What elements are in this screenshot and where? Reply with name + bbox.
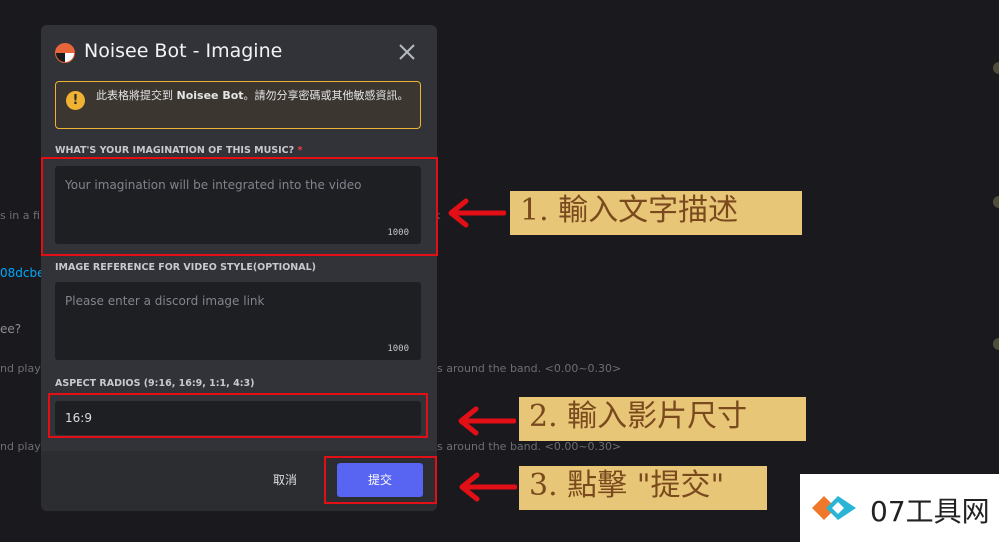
imagination-char-counter: 1000 [387, 228, 409, 238]
warning-icon: ! [66, 91, 85, 110]
image-reference-label: IMAGE REFERENCE FOR VIDEO STYLE(OPTIONAL… [55, 262, 316, 273]
aspect-input[interactable]: 16:9 [55, 401, 421, 435]
modal-footer: 取消 提交 [41, 451, 437, 511]
bg-avatar-edge [993, 196, 999, 208]
image-reference-textarea[interactable]: Please enter a discord image link 1000 [55, 282, 421, 360]
bg-link[interactable]: 08dcbe [0, 266, 44, 280]
close-icon[interactable] [396, 41, 418, 63]
watermark-text: 07工具网 [870, 495, 990, 528]
aspect-value: 16:9 [65, 411, 92, 425]
image-reference-placeholder: Please enter a discord image link [65, 294, 265, 308]
bg-text: s in a fi [0, 209, 40, 222]
notice-bot-name: Noisee Bot [176, 89, 244, 102]
bg-text: s around the band. <0.00~0.30> [437, 362, 622, 375]
callout-step-2: 2. 輸入影片尺寸 [519, 397, 806, 441]
image-reference-char-counter: 1000 [387, 344, 409, 354]
bg-avatar-edge [993, 338, 999, 350]
imagination-placeholder: Your imagination will be integrated into… [65, 178, 362, 192]
modal-dialog: Noisee Bot - Imagine ! 此表格將提交到 Noisee Bo… [41, 25, 437, 511]
arrow-left-icon [448, 198, 506, 228]
cancel-button[interactable]: 取消 [273, 471, 297, 488]
submit-button[interactable]: 提交 [337, 463, 423, 497]
bot-avatar-icon [55, 43, 75, 63]
required-mark: * [297, 145, 303, 156]
arrow-left-icon [459, 472, 517, 502]
imagination-textarea[interactable]: Your imagination will be integrated into… [55, 166, 421, 244]
bg-avatar-edge [993, 62, 999, 74]
warning-notice: ! 此表格將提交到 Noisee Bot。請勿分享密碼或其他敏感資訊。 [55, 81, 421, 129]
callout-step-3: 3. 點擊 "提交" [519, 466, 767, 510]
modal-title: Noisee Bot - Imagine [84, 40, 283, 62]
watermark-logo-icon [812, 496, 856, 520]
bg-text: ee? [0, 322, 22, 336]
aspect-label: ASPECT RADIOS (9:16, 16:9, 1:1, 4:3) [55, 378, 255, 389]
arrow-left-icon [458, 406, 516, 436]
watermark: 07工具网 [800, 474, 999, 542]
bg-text: s around the band. <0.00~0.30> [437, 440, 622, 453]
imagination-label: WHAT'S YOUR IMAGINATION OF THIS MUSIC? * [55, 145, 303, 156]
notice-text: 此表格將提交到 Noisee Bot。請勿分享密碼或其他敏感資訊。 [96, 89, 409, 102]
callout-step-1: 1. 輸入文字描述 [510, 191, 802, 235]
modal-header: Noisee Bot - Imagine [41, 25, 437, 81]
